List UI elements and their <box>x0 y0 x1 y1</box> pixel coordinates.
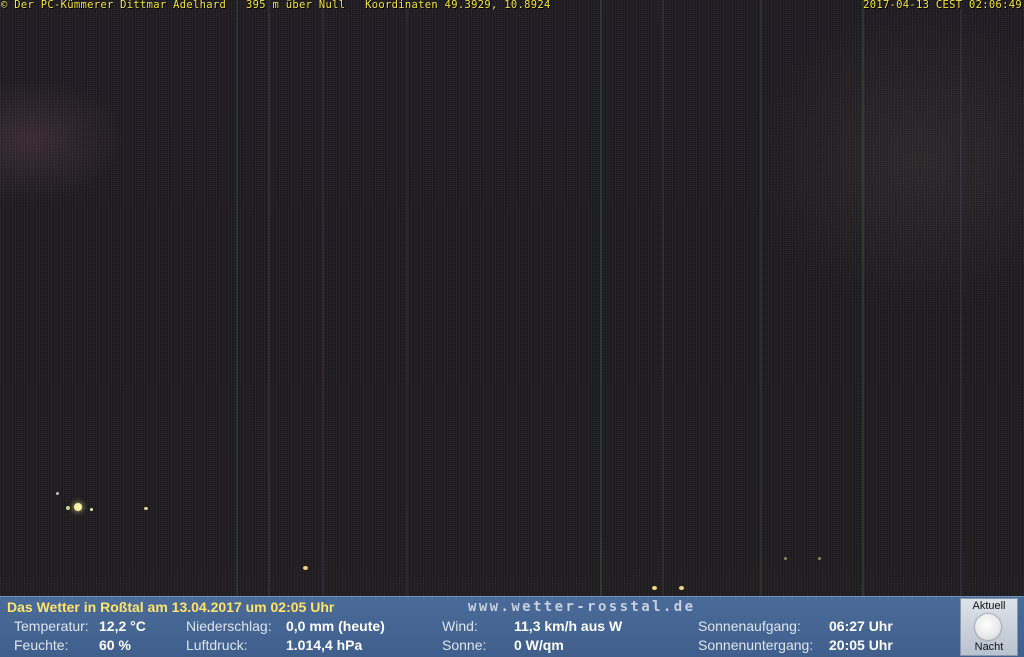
sensor-stripe <box>322 0 324 596</box>
webcam-image <box>0 0 1024 596</box>
temperature-label: Temperatur: <box>14 618 89 634</box>
street-light <box>784 557 787 560</box>
sun-label: Sonne: <box>442 637 487 653</box>
wind-value: 11,3 km/h aus W <box>514 618 623 634</box>
wind-label: Wind: <box>442 618 478 634</box>
sensor-stripe <box>662 0 664 596</box>
sensor-stripe <box>862 0 864 596</box>
street-light <box>74 503 82 511</box>
sensor-stripe <box>760 0 762 596</box>
street-light <box>144 507 148 510</box>
sunset-label: Sonnenuntergang: <box>698 637 814 653</box>
camera-timestamp: 2017-04-13 CEST 02:06:49 <box>863 0 1022 11</box>
moon-phase-box: Aktuell Nacht <box>960 598 1018 656</box>
temperature-value: 12,2 °C <box>99 618 146 634</box>
moon-icon <box>975 614 1001 640</box>
sensor-stripe <box>600 0 602 596</box>
pressure-label: Luftdruck: <box>186 637 248 653</box>
street-light <box>90 508 93 511</box>
sunset-value: 20:05 Uhr <box>829 637 893 653</box>
website-url: www.wetter-rosstal.de <box>468 599 696 615</box>
street-light <box>652 586 657 590</box>
sensor-stripe <box>268 0 270 596</box>
sun-value: 0 W/qm <box>514 637 564 653</box>
moon-bottom-label: Nacht <box>974 641 1004 653</box>
sensor-stripe <box>406 0 408 596</box>
sensor-stripe <box>236 0 238 596</box>
sunrise-value: 06:27 Uhr <box>829 618 893 634</box>
precipitation-value: 0,0 mm (heute) <box>286 618 385 634</box>
street-light <box>303 566 308 570</box>
street-light <box>66 506 70 510</box>
street-light <box>679 586 684 590</box>
camera-overlay: © Der PC-Kümmerer Dittmar Adelhard 395 m… <box>0 0 1024 12</box>
street-light <box>818 557 821 560</box>
precipitation-label: Niederschlag: <box>186 618 272 634</box>
pressure-value: 1.014,4 hPa <box>286 637 363 653</box>
weather-panel: Das Wetter in Roßtal am 13.04.2017 um 02… <box>0 596 1024 657</box>
sensor-stripe <box>960 0 962 596</box>
sunrise-label: Sonnenaufgang: <box>698 618 801 634</box>
camera-info: © Der PC-Kümmerer Dittmar Adelhard 395 m… <box>1 0 551 11</box>
street-light <box>56 492 59 495</box>
humidity-value: 60 % <box>99 637 131 653</box>
weather-title: Das Wetter in Roßtal am 13.04.2017 um 02… <box>7 599 335 615</box>
humidity-label: Feuchte: <box>14 637 69 653</box>
moon-top-label: Aktuell <box>972 600 1006 612</box>
